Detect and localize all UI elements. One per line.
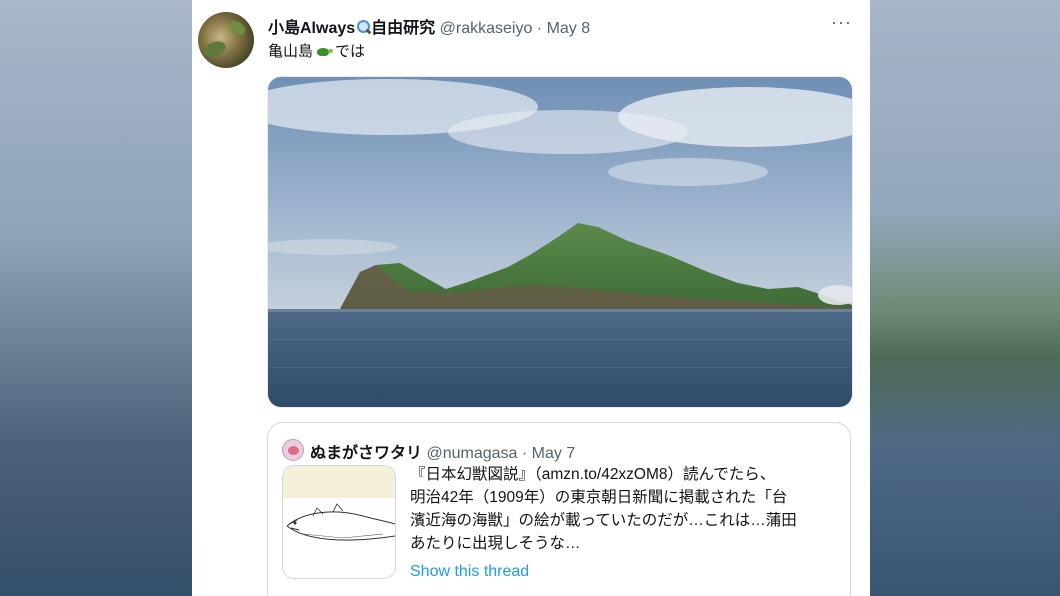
- quoted-tweet-header: ぬまがさワタリ @numagasa · May 7: [310, 439, 575, 463]
- separator-dot: ·: [536, 20, 543, 37]
- quoted-tweet-thumbnail[interactable]: [282, 465, 396, 579]
- tweet-card[interactable]: 小島Always 自由研究 @rakkaseiyo · May 8 ··· 亀山島…: [192, 0, 870, 596]
- sea-monster-drawing-image: [286, 503, 395, 541]
- tweet-photo[interactable]: [267, 76, 853, 408]
- blurred-background-left: [0, 0, 192, 596]
- tweet-header: 小島Always 自由研究 @rakkaseiyo · May 8: [268, 14, 856, 37]
- blurred-background-right: [870, 0, 1060, 596]
- quoted-tweet-text: 『日本幻獣図説』（amzn.to/42xzOM8）読んでたら、 明治42年（19…: [410, 466, 797, 552]
- tweet-text: 亀山島 では: [268, 43, 366, 60]
- island-photo-image: [268, 77, 852, 407]
- quoted-tweet[interactable]: ぬまがさワタリ @numagasa · May 7 『日本幻獣図説』（amzn.…: [267, 422, 851, 596]
- user-avatar[interactable]: [198, 12, 254, 68]
- separator-dot: ·: [521, 445, 528, 462]
- display-name[interactable]: 小島Always 自由研究: [268, 20, 435, 37]
- magnifying-glass-icon: [356, 20, 371, 34]
- more-icon[interactable]: ···: [831, 12, 852, 33]
- quoted-user-handle[interactable]: @numagasa: [426, 445, 517, 462]
- tweet-date[interactable]: May 8: [547, 20, 591, 37]
- show-thread-link[interactable]: Show this thread: [410, 563, 529, 581]
- quoted-display-name[interactable]: ぬまがさワタリ: [310, 445, 422, 462]
- turtle-icon: [315, 46, 334, 58]
- user-handle[interactable]: @rakkaseiyo: [440, 20, 533, 37]
- quoted-user-avatar[interactable]: [282, 439, 304, 461]
- quoted-tweet-date[interactable]: May 7: [532, 445, 576, 462]
